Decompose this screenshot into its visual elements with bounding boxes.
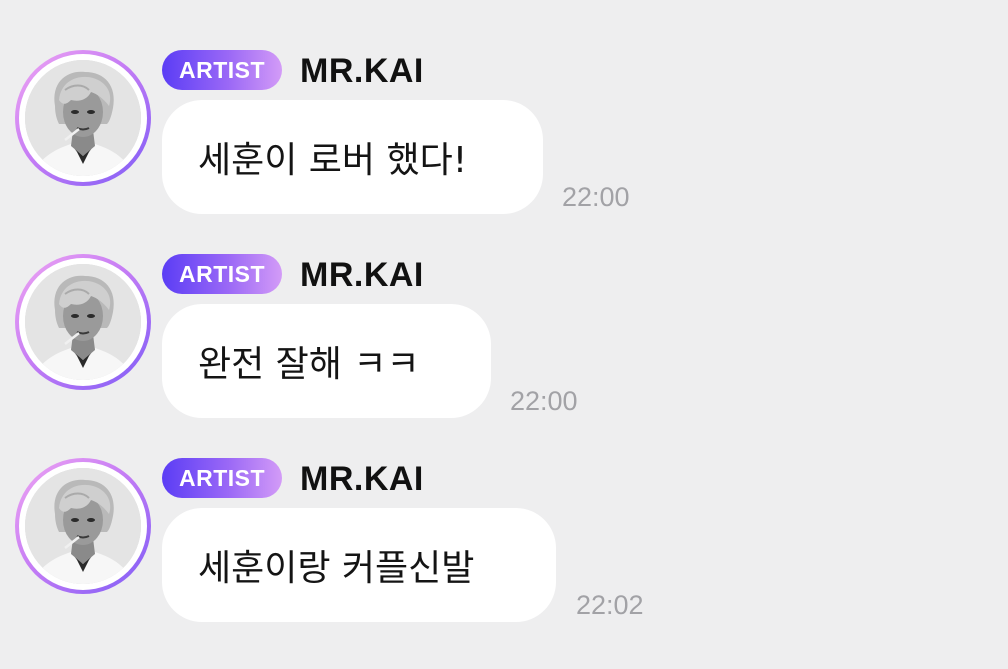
avatar[interactable] [15,254,151,390]
artist-badge: ARTIST [162,254,282,294]
message-bubble[interactable]: 세훈이 로버 했다! [162,100,543,214]
profile-photo-icon [25,264,141,380]
sender-name[interactable]: MR.KAI [300,50,424,90]
artist-badge: ARTIST [162,458,282,498]
sender-name[interactable]: MR.KAI [300,458,424,498]
avatar-frame [19,54,147,182]
avatar-photo [25,468,141,584]
message-bubble[interactable]: 세훈이랑 커플신발 [162,508,556,622]
sender-name[interactable]: MR.KAI [300,254,424,294]
chat-thread: ARTIST MR.KAI 세훈이 로버 했다! 22:00 ARTIST MR… [0,0,1008,669]
message-timestamp: 22:02 [576,590,644,620]
message-row: ARTIST MR.KAI 세훈이 로버 했다! 22:00 [0,48,1008,238]
message-row: ARTIST MR.KAI 세훈이랑 커플신발 22:02 [0,456,1008,646]
avatar-photo [25,60,141,176]
profile-photo-icon [25,60,141,176]
message-timestamp: 22:00 [562,182,630,212]
avatar-frame [19,462,147,590]
message-bubble[interactable]: 완전 잘해 ㅋㅋ [162,304,491,418]
profile-photo-icon [25,468,141,584]
artist-badge: ARTIST [162,50,282,90]
avatar-frame [19,258,147,386]
message-timestamp: 22:00 [510,386,578,416]
avatar[interactable] [15,458,151,594]
avatar-photo [25,264,141,380]
message-row: ARTIST MR.KAI 완전 잘해 ㅋㅋ 22:00 [0,252,1008,442]
avatar[interactable] [15,50,151,186]
